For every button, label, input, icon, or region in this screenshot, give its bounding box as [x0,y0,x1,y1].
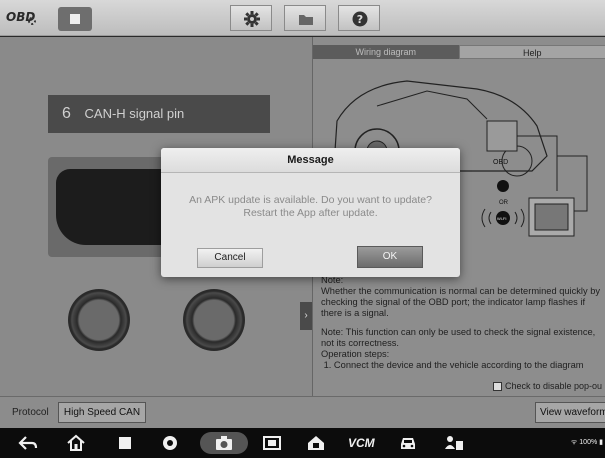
vci-home-icon[interactable] [306,434,326,452]
chrome-icon[interactable] [160,434,180,452]
dialog-message-line2: Restart the App after update. [243,207,378,219]
dialog-overlay: Message An APK update is available. Do y… [0,0,605,428]
battery-icon: ▮ [599,439,603,446]
back-icon[interactable] [18,434,38,452]
wifi-icon: ᯤ [570,439,578,446]
battery-level: 100% [579,439,598,446]
screenshot-icon[interactable] [262,434,282,452]
car-icon[interactable] [398,434,418,452]
home-icon[interactable] [66,434,86,452]
dialog-message: An APK update is available. Do you want … [171,194,450,220]
camera-icon[interactable] [214,434,234,452]
status-indicator: ᯤ 100% ▮ [571,438,603,447]
recent-apps-icon[interactable] [115,434,135,452]
cancel-button[interactable]: Cancel [197,248,263,268]
dialog-title: Message [161,148,460,173]
vcm-icon[interactable]: VCM [348,436,375,450]
ok-button[interactable]: OK [357,246,423,268]
user-device-icon[interactable] [444,434,464,452]
dialog-message-line1: An APK update is available. Do you want … [189,194,432,206]
system-navbar: VCM ᯤ 100% ▮ [0,428,605,458]
update-dialog: Message An APK update is available. Do y… [161,148,460,277]
